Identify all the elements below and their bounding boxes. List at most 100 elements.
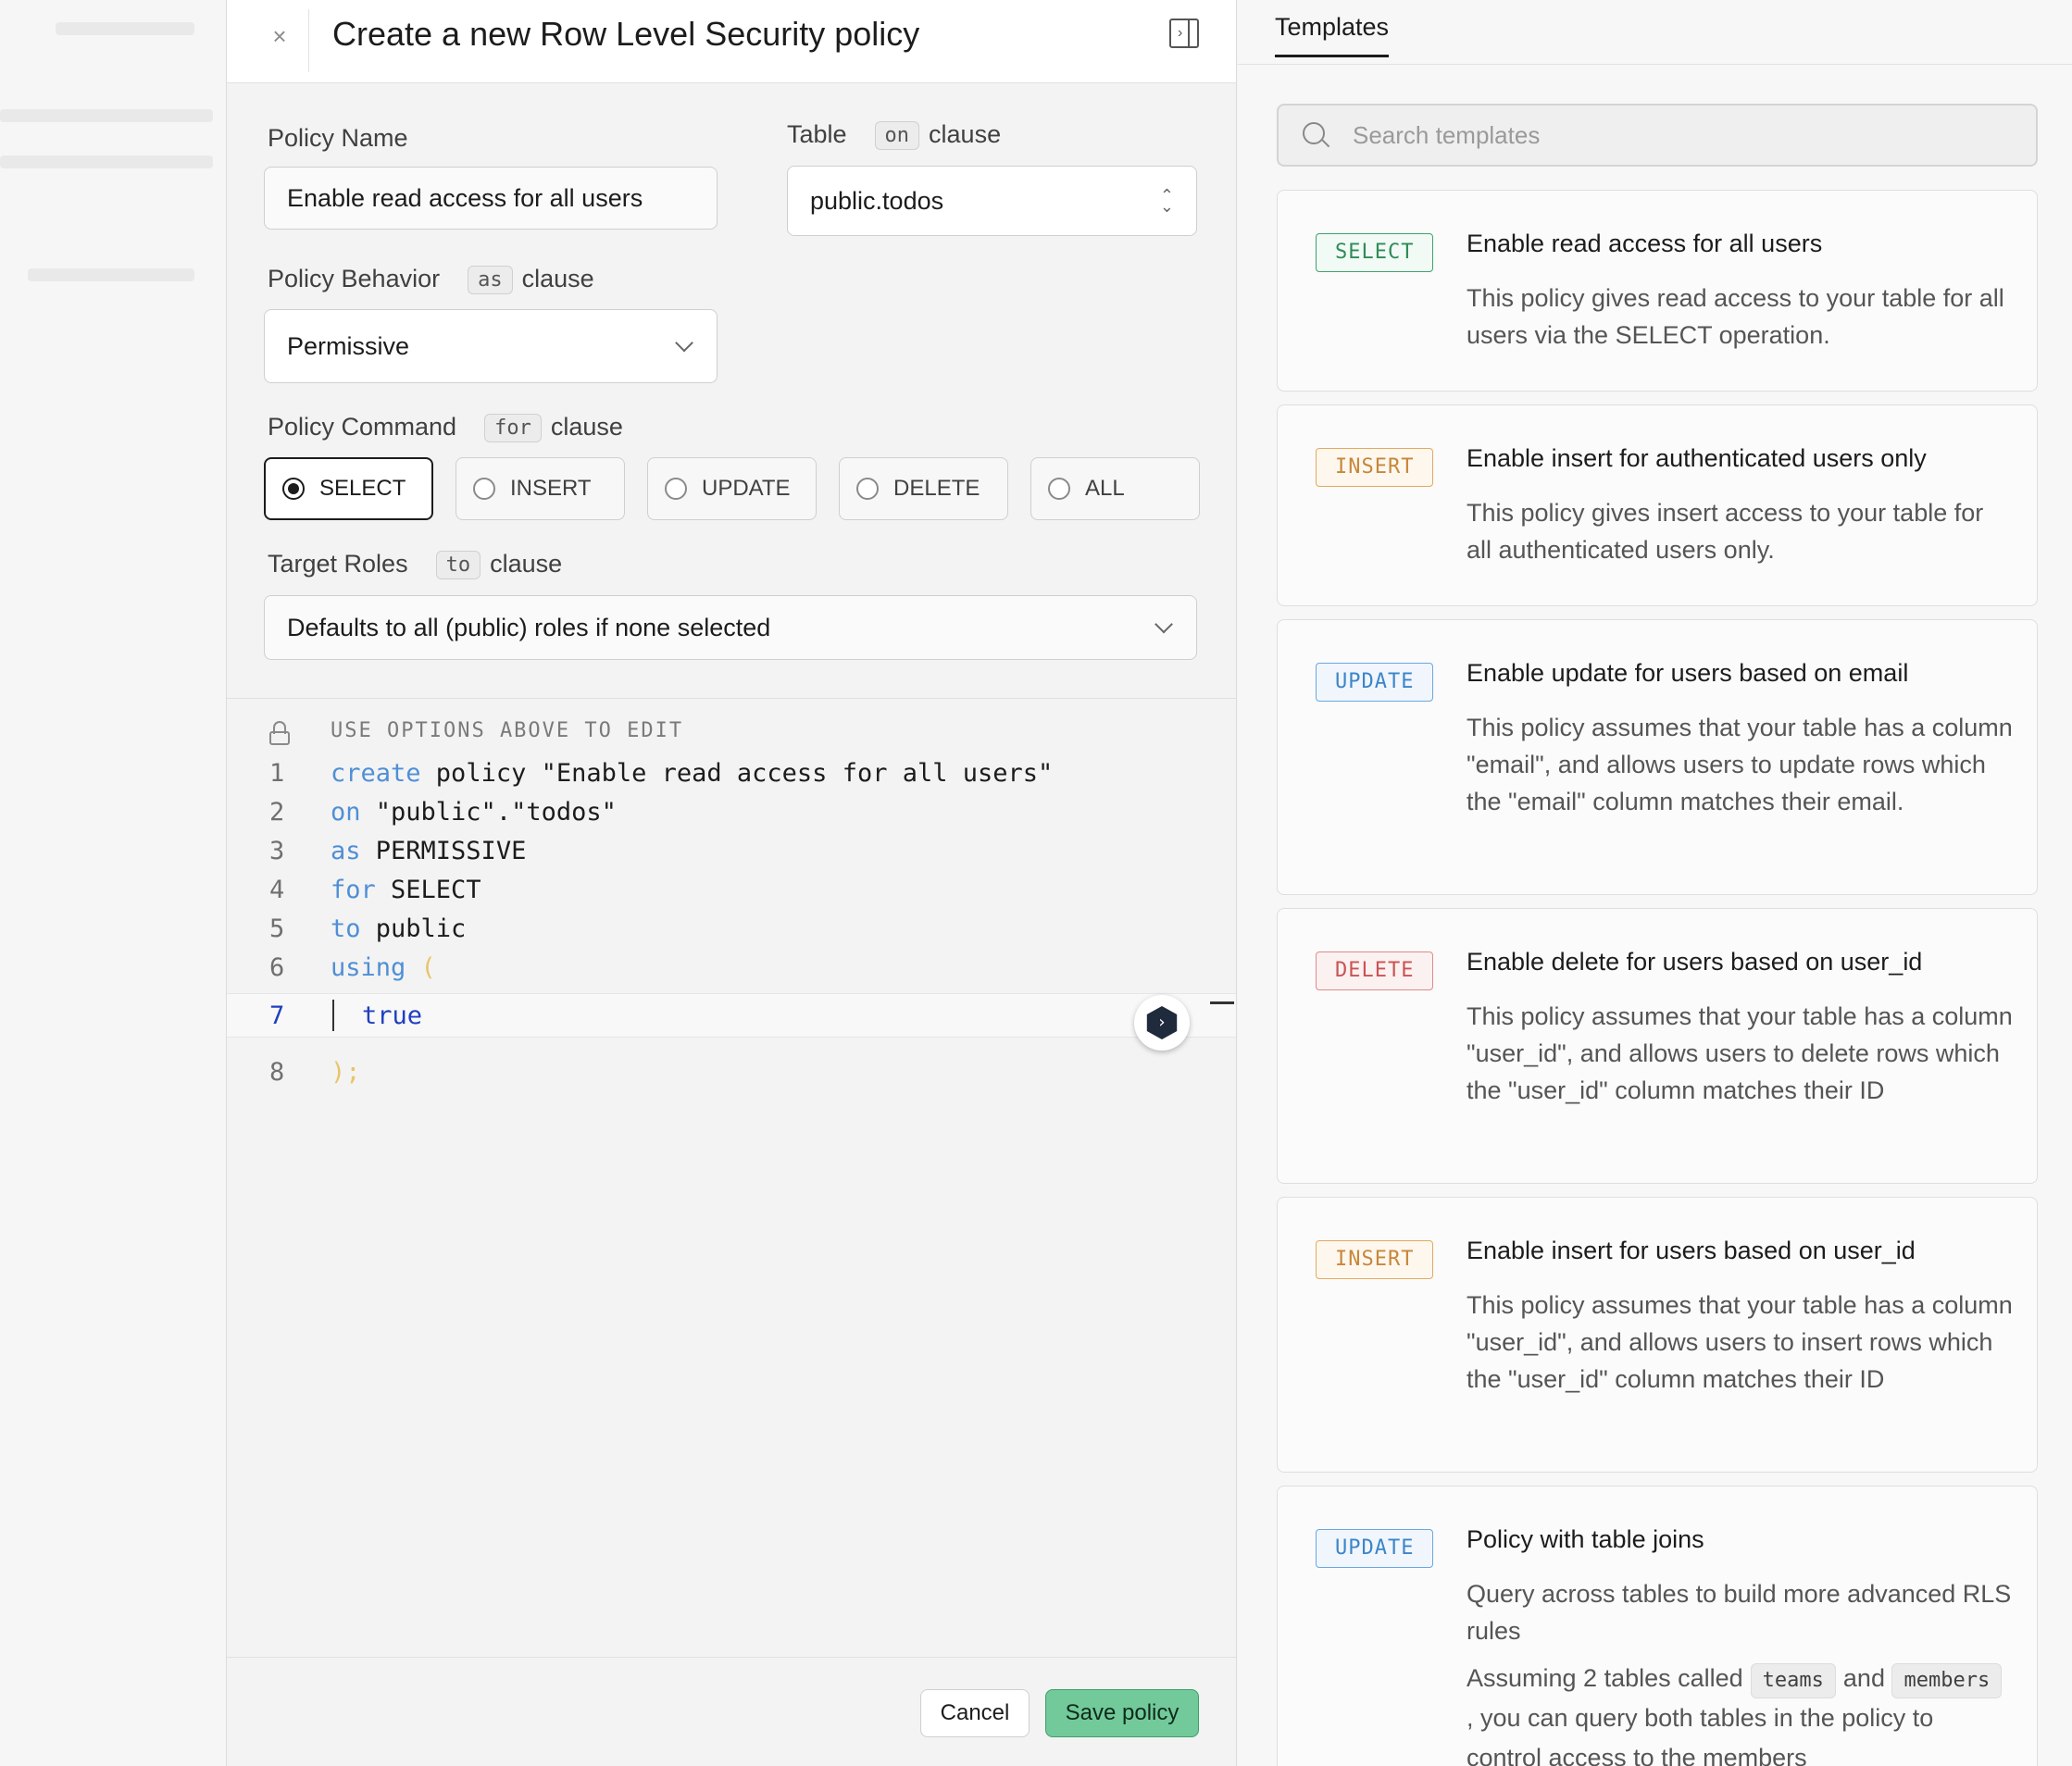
radio-icon — [282, 478, 305, 500]
table-select[interactable]: public.todos ⌃ ⌄ — [787, 166, 1197, 236]
code-line-active[interactable]: 7 true — [227, 993, 1236, 1038]
command-option-label: SELECT — [319, 476, 406, 501]
ai-assistant-button[interactable]: › — [1134, 995, 1190, 1051]
code-chip: teams — [1750, 1663, 1836, 1698]
tab-templates[interactable]: Templates — [1275, 13, 1390, 57]
code-line: 3 as PERMISSIVE — [227, 832, 1236, 871]
line-number: 7 — [269, 1001, 285, 1030]
command-badge: SELECT — [1316, 233, 1434, 272]
command-option-label: ALL — [1085, 476, 1125, 501]
command-badge: UPDATE — [1316, 663, 1434, 702]
chevron-down-icon — [1155, 615, 1173, 634]
code-chip: members — [1891, 1663, 2003, 1698]
radio-icon — [473, 478, 495, 500]
scrollbar-marker — [1210, 1001, 1234, 1004]
template-description: This policy assumes that your table has … — [1467, 1002, 2013, 1104]
template-card[interactable]: UPDATE Policy with table joins Query acr… — [1277, 1486, 2038, 1766]
command-badge: INSERT — [1316, 1240, 1434, 1279]
radio-icon — [856, 478, 879, 500]
template-card[interactable]: UPDATE Enable update for users based on … — [1277, 619, 2038, 895]
table-label: Table — [787, 120, 847, 148]
search-templates-input[interactable]: Search templates — [1277, 104, 2038, 167]
sql-keyword: for — [331, 876, 376, 904]
template-description: This policy assumes that your table has … — [1467, 714, 2013, 815]
command-badge: UPDATE — [1316, 1529, 1434, 1568]
template-description: Query across tables to build more advanc… — [1467, 1580, 2012, 1645]
table-label-row: Table on clause — [787, 120, 1001, 151]
command-label: Policy Command — [268, 413, 457, 441]
command-option-update[interactable]: UPDATE — [647, 457, 817, 520]
policy-name-input[interactable]: Enable read access for all users — [264, 167, 718, 230]
background-text — [56, 22, 194, 35]
code-line: 5 to public — [227, 910, 1236, 949]
templates-tabbar: Templates — [1238, 0, 2072, 65]
background-app — [0, 0, 226, 1766]
command-option-label: INSERT — [510, 476, 592, 501]
readonly-note: USE OPTIONS ABOVE TO EDIT — [331, 719, 684, 742]
roles-placeholder: Defaults to all (public) roles if none s… — [287, 613, 771, 641]
toggle-panel-icon[interactable]: › — [1169, 19, 1199, 48]
clause-text: clause — [521, 265, 594, 292]
as-clause-chip: as — [468, 266, 513, 295]
sql-text: ); — [331, 1058, 361, 1087]
roles-select[interactable]: Defaults to all (public) roles if none s… — [264, 595, 1197, 660]
command-option-select[interactable]: SELECT — [264, 457, 433, 520]
template-description: This policy assumes that your table has … — [1467, 1291, 2013, 1393]
search-icon — [1303, 122, 1330, 150]
sql-code-editor[interactable]: USE OPTIONS ABOVE TO EDIT 1 create policy… — [227, 698, 1236, 1657]
roles-label: Target Roles — [268, 550, 408, 578]
desc-text: Assuming 2 tables called — [1467, 1664, 1743, 1692]
code-line: 6 using ( — [227, 949, 1236, 988]
policy-editor-panel: × Create a new Row Level Security policy… — [226, 0, 1237, 1766]
template-title: Policy with table joins — [1467, 1525, 1704, 1553]
template-title: Enable insert for users based on user_id — [1467, 1237, 1916, 1264]
sql-text: true — [362, 1001, 423, 1030]
chevron-down-icon — [675, 333, 693, 353]
line-number: 4 — [269, 876, 285, 904]
sql-text: PERMISSIVE — [360, 837, 527, 865]
sql-text: public — [360, 914, 467, 943]
command-option-label: DELETE — [893, 476, 980, 501]
policy-name-value: Enable read access for all users — [287, 183, 643, 212]
cancel-button[interactable]: Cancel — [920, 1689, 1030, 1737]
command-option-delete[interactable]: DELETE — [839, 457, 1008, 520]
code-line: 4 for SELECT — [227, 871, 1236, 910]
command-option-insert[interactable]: INSERT — [456, 457, 625, 520]
panel-title: Create a new Row Level Security policy — [332, 15, 920, 53]
line-number: 2 — [269, 798, 285, 827]
sql-keyword: using — [331, 953, 406, 982]
sql-keyword: to — [331, 914, 361, 943]
templates-panel: Templates Search templates SELECT Enable… — [1238, 0, 2072, 1766]
template-title: Enable delete for users based on user_id — [1467, 948, 1923, 976]
divider — [308, 9, 309, 72]
clause-text: clause — [550, 413, 623, 441]
template-card[interactable]: INSERT Enable insert for authenticated u… — [1277, 404, 2038, 606]
to-clause-chip: to — [435, 551, 481, 580]
toggle-chevron-icon: › — [1178, 25, 1183, 41]
panel-footer: Cancel Save policy — [227, 1657, 1236, 1766]
line-number: 6 — [269, 953, 285, 982]
command-option-label: UPDATE — [702, 476, 791, 501]
template-description: This policy gives insert access to your … — [1467, 499, 1984, 564]
table-value: public.todos — [810, 186, 944, 215]
radio-icon — [665, 478, 687, 500]
policy-name-label: Policy Name — [268, 124, 408, 152]
desc-text: and — [1842, 1664, 1885, 1692]
command-label-row: Policy Command for clause — [268, 413, 623, 443]
template-card[interactable]: DELETE Enable delete for users based on … — [1277, 908, 2038, 1184]
template-title: Enable update for users based on email — [1467, 659, 1909, 687]
sql-text: policy "Enable read access for all users… — [420, 759, 1054, 788]
template-card[interactable]: SELECT Enable read access for all users … — [1277, 190, 2038, 392]
template-card[interactable]: INSERT Enable insert for users based on … — [1277, 1197, 2038, 1473]
sql-text: "public"."todos" — [360, 798, 617, 827]
line-number: 3 — [269, 837, 285, 865]
close-icon[interactable]: × — [264, 20, 295, 52]
behavior-label: Policy Behavior — [268, 265, 441, 292]
up-down-caret-icon: ⌃ ⌄ — [1159, 186, 1174, 216]
search-placeholder: Search templates — [1353, 120, 1541, 149]
panel-header: × Create a new Row Level Security policy… — [227, 0, 1236, 83]
behavior-select[interactable]: Permissive — [264, 309, 718, 383]
save-policy-button[interactable]: Save policy — [1045, 1689, 1199, 1737]
command-option-all[interactable]: ALL — [1030, 457, 1200, 520]
template-description-extra: Assuming 2 tables called teams and members… — [1467, 1659, 2013, 1766]
